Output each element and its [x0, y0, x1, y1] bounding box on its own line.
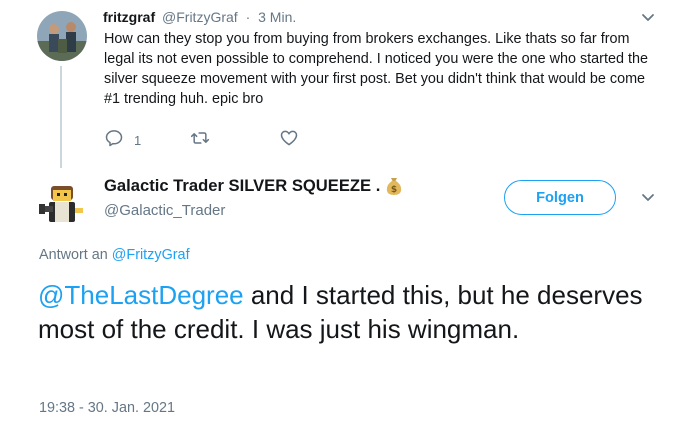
main-display-name-row[interactable]: Galactic Trader SILVER SQUEEZE . $	[104, 176, 403, 196]
parent-tweet-header: fritzgraf @FritzyGraf · 3 Min.	[103, 9, 296, 25]
svg-text:$: $	[391, 185, 397, 195]
parent-handle[interactable]: @FritzyGraf	[162, 9, 238, 25]
separator-dot: ·	[245, 9, 251, 25]
reply-prefix: Antwort an	[39, 247, 108, 263]
reply-button[interactable]: 1	[104, 128, 141, 153]
retweet-button[interactable]	[190, 128, 210, 153]
parent-display-name[interactable]: fritzgraf	[103, 9, 155, 25]
main-tweet-text: @TheLastDegree and I started this, but h…	[38, 278, 648, 346]
thread-line	[60, 66, 62, 168]
main-tweet-avatar[interactable]	[37, 178, 89, 230]
money-bag-icon: $	[385, 176, 403, 196]
like-icon	[279, 128, 299, 153]
reply-context: Antwort an @FritzyGraf	[39, 247, 190, 263]
main-tweet-timestamp[interactable]: 19:38 - 30. Jan. 2021	[39, 400, 175, 416]
reply-count: 1	[134, 133, 142, 148]
main-handle[interactable]: @Galactic_Trader	[104, 202, 225, 219]
chevron-down-icon[interactable]	[640, 189, 656, 205]
parent-timestamp[interactable]: 3 Min.	[258, 9, 296, 25]
parent-tweet-avatar[interactable]	[37, 11, 87, 61]
reply-to-handle-link[interactable]: @FritzyGraf	[112, 247, 190, 263]
chevron-down-icon[interactable]	[640, 9, 656, 25]
like-button[interactable]	[279, 128, 299, 153]
parent-tweet-text: How can they stop you from buying from b…	[104, 31, 648, 107]
retweet-icon	[190, 128, 210, 153]
reply-icon	[104, 128, 124, 153]
follow-button[interactable]: Folgen	[504, 180, 616, 215]
main-display-name: Galactic Trader SILVER SQUEEZE .	[104, 176, 381, 195]
mention-link[interactable]: @TheLastDegree	[38, 280, 244, 310]
